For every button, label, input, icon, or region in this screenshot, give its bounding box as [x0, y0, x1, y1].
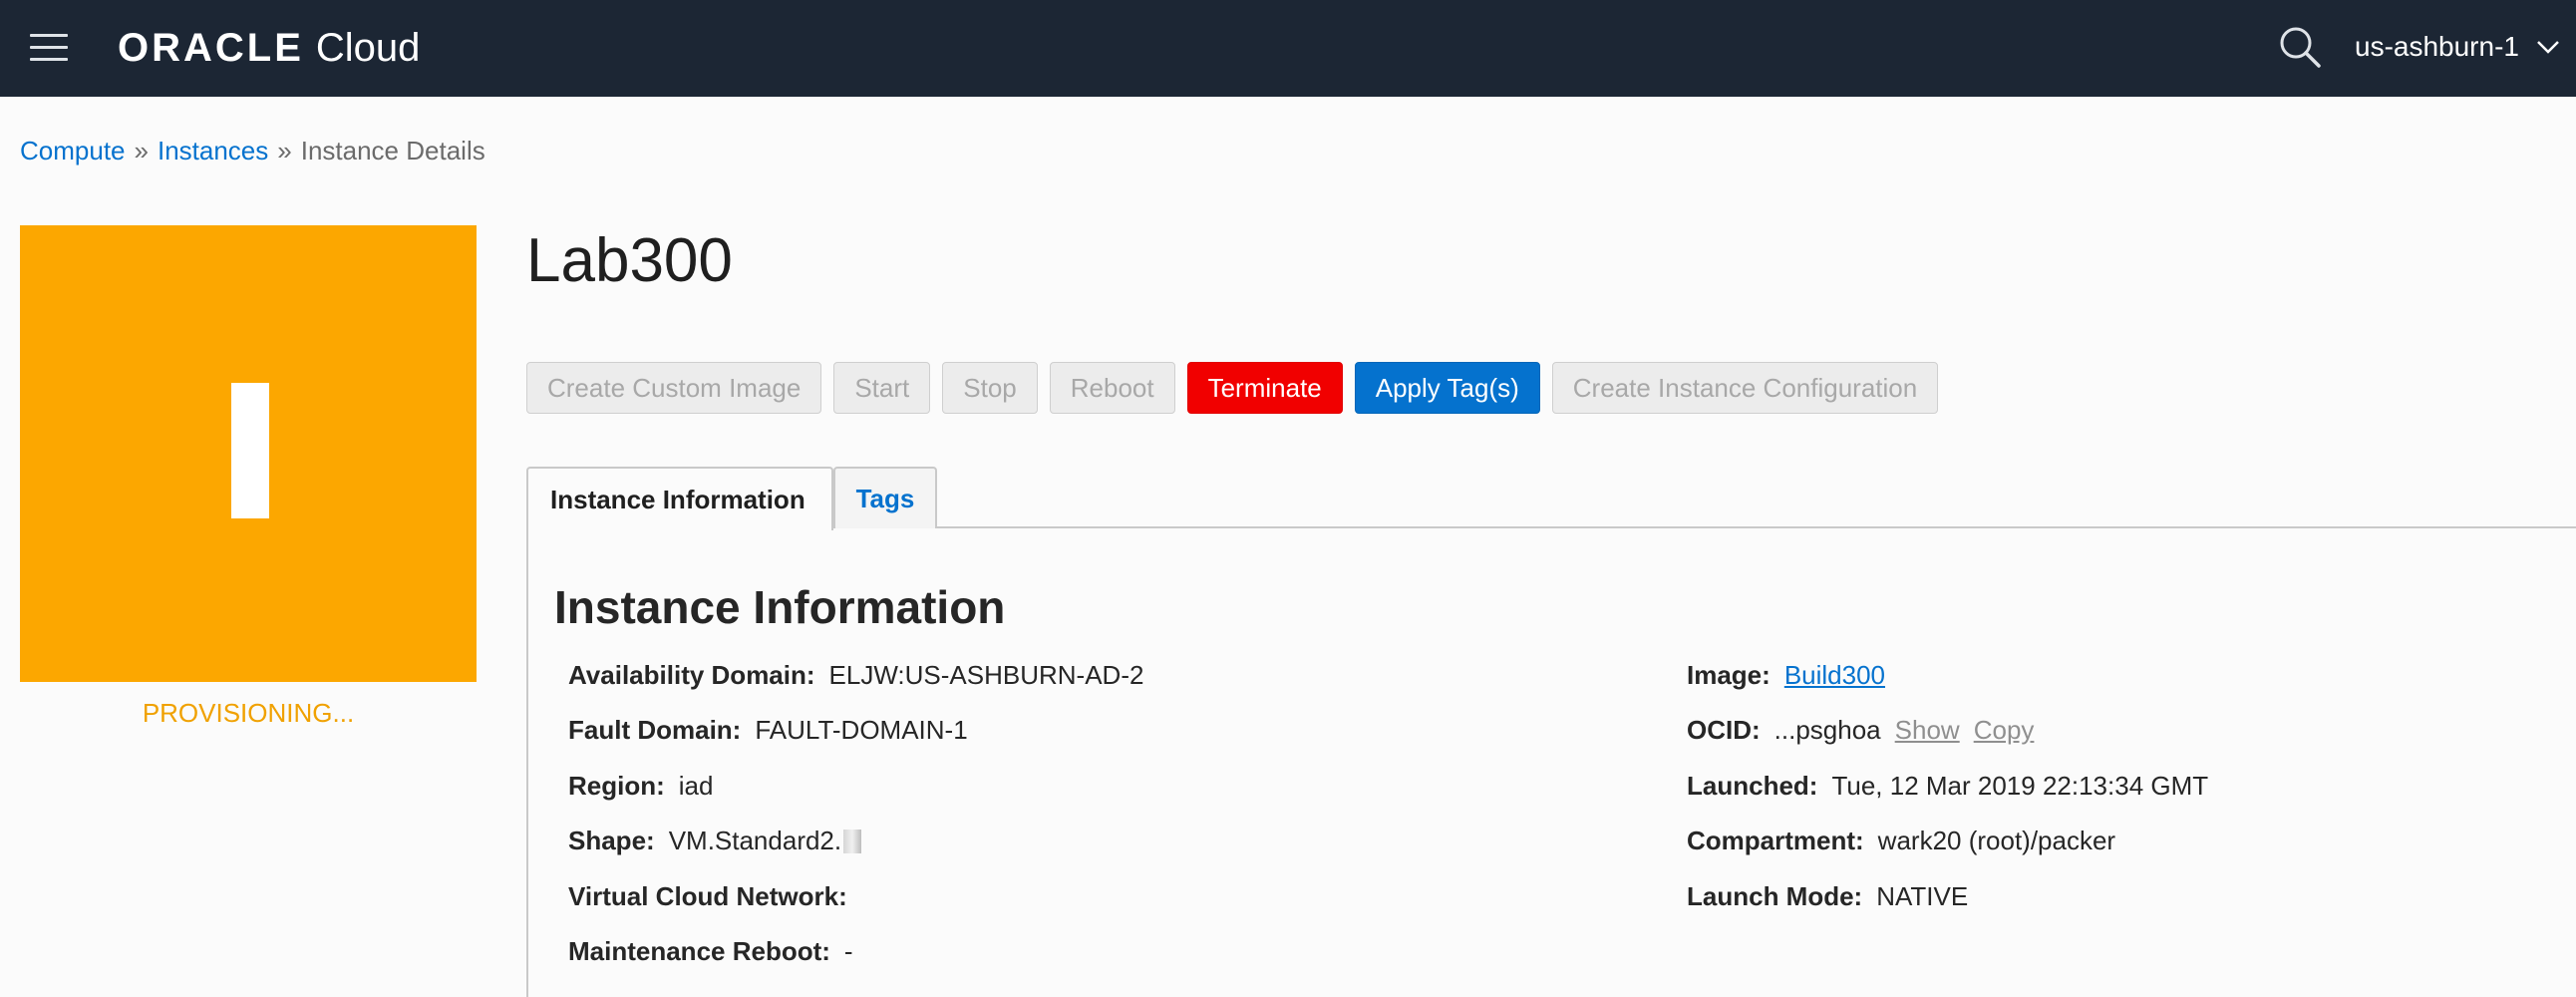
field-value: iad: [678, 771, 714, 801]
field-label: Image:: [1687, 660, 1771, 690]
breadcrumb-compute[interactable]: Compute: [20, 136, 126, 166]
maintenance-reboot-field: Maintenance Reboot: -: [568, 936, 853, 967]
action-toolbar: Create Custom Image Start Stop Reboot Te…: [526, 362, 1939, 414]
fault-domain-field: Fault Domain: FAULT-DOMAIN-1: [568, 715, 968, 746]
launch-mode-field: Launch Mode: NATIVE: [1687, 881, 1968, 912]
field-label: Compartment:: [1687, 826, 1864, 855]
breadcrumb-separator: »: [134, 136, 149, 166]
image-link[interactable]: Build300: [1784, 660, 1885, 691]
field-label: Maintenance Reboot:: [568, 936, 830, 966]
breadcrumb-instances[interactable]: Instances: [158, 136, 268, 166]
field-value: NATIVE: [1876, 881, 1969, 911]
region-field: Region: iad: [568, 771, 713, 802]
launched-field: Launched: Tue, 12 Mar 2019 22:13:34 GMT: [1687, 771, 2208, 802]
create-custom-image-button[interactable]: Create Custom Image: [526, 362, 822, 414]
tab-tags[interactable]: Tags: [833, 467, 937, 528]
status-badge: PROVISIONING...: [142, 698, 355, 728]
field-label: Region:: [568, 771, 665, 801]
section-title: Instance Information: [554, 581, 1006, 633]
ocid-show-link[interactable]: Show: [1895, 715, 1960, 746]
ocid-field: OCID: ...psghoa Show Copy: [1687, 715, 2034, 746]
apply-tags-button[interactable]: Apply Tag(s): [1354, 362, 1540, 414]
field-label: Availability Domain:: [568, 660, 815, 690]
redacted-value: [843, 829, 862, 853]
stop-button[interactable]: Stop: [942, 362, 1038, 414]
terminate-button[interactable]: Terminate: [1186, 362, 1343, 414]
shape-field: Shape: VM.Standard2.: [568, 826, 862, 856]
field-label: Launch Mode:: [1687, 881, 1863, 911]
field-value: ...psghoa: [1773, 715, 1881, 745]
tab-bar: Instance Information Tags: [526, 467, 2576, 530]
field-label: Shape:: [568, 826, 655, 855]
field-value: ELJW:US-ASHBURN-AD-2: [828, 660, 1144, 690]
top-nav-bar: ORACLE Cloud us-ashburn-1: [0, 0, 2576, 97]
instance-information-panel: Instance Information Availability Domain…: [526, 528, 2576, 997]
field-value: Tue, 12 Mar 2019 22:13:34 GMT: [1831, 771, 2209, 801]
create-instance-configuration-button[interactable]: Create Instance Configuration: [1551, 362, 1939, 414]
field-label: Virtual Cloud Network:: [568, 881, 847, 911]
field-value: -: [843, 936, 853, 966]
logo-product: Cloud: [315, 25, 421, 70]
search-icon[interactable]: [2277, 24, 2323, 70]
tab-instance-information[interactable]: Instance Information: [526, 467, 833, 530]
field-label: Launched:: [1687, 771, 1818, 801]
image-field: Image: Build300: [1687, 660, 1885, 691]
breadcrumb: Compute » Instances » Instance Details: [20, 136, 485, 166]
region-label: us-ashburn-1: [2355, 31, 2519, 62]
breadcrumb-separator: »: [277, 136, 292, 166]
page-title: Lab300: [526, 226, 733, 295]
field-value: wark20 (root)/packer: [1877, 826, 2116, 855]
logo-brand: ORACLE: [118, 25, 304, 70]
start-button[interactable]: Start: [833, 362, 931, 414]
field-value: VM.Standard2.: [668, 826, 842, 855]
instance-status-tile: [20, 225, 477, 682]
field-value: FAULT-DOMAIN-1: [755, 715, 968, 745]
oracle-cloud-logo[interactable]: ORACLE Cloud: [118, 20, 420, 76]
reboot-button[interactable]: Reboot: [1049, 362, 1175, 414]
availability-domain-field: Availability Domain: ELJW:US-ASHBURN-AD-…: [568, 660, 1143, 691]
compartment-field: Compartment: wark20 (root)/packer: [1687, 826, 2115, 856]
chevron-down-icon: [2537, 41, 2559, 54]
region-selector[interactable]: us-ashburn-1: [2355, 27, 2561, 67]
field-label: Fault Domain:: [568, 715, 742, 745]
menu-icon[interactable]: [30, 32, 68, 62]
virtual-cloud-network-field: Virtual Cloud Network:: [568, 881, 861, 912]
breadcrumb-current: Instance Details: [300, 136, 485, 166]
ocid-copy-link[interactable]: Copy: [1974, 715, 2035, 746]
instance-letter-icon: [231, 383, 269, 518]
field-label: OCID:: [1687, 715, 1761, 745]
